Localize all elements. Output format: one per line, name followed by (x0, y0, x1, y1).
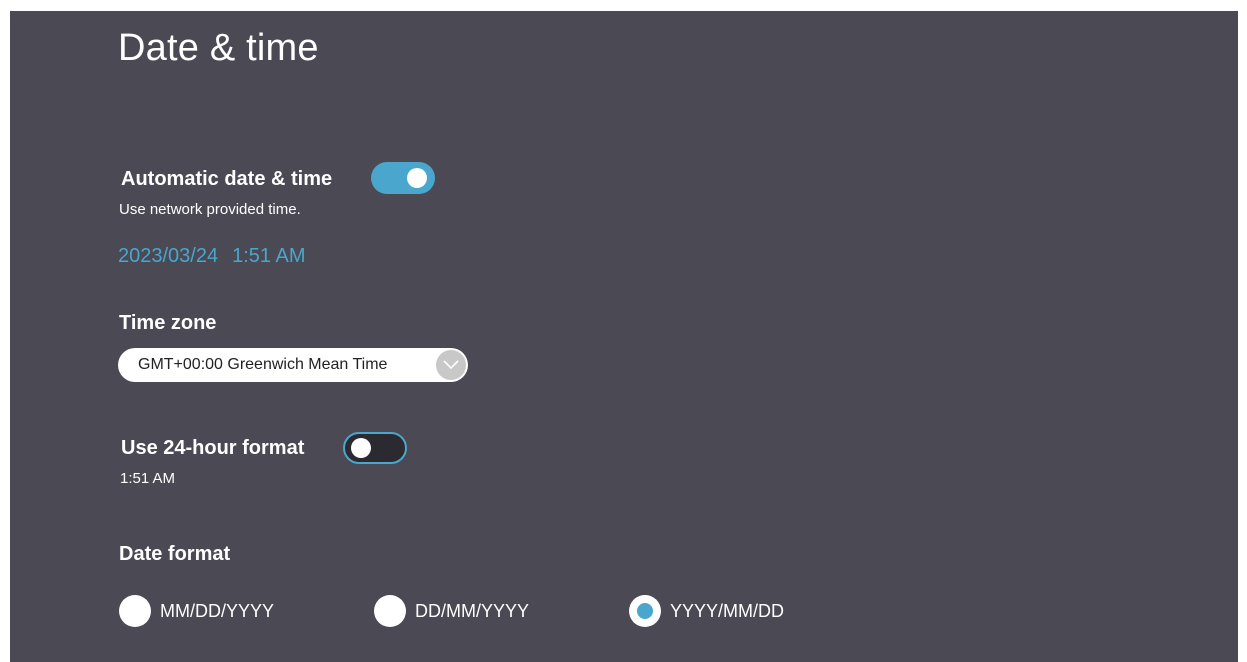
radio-button[interactable] (374, 595, 406, 627)
time-zone-value: GMT+00:00 Greenwich Mean Time (138, 356, 388, 373)
page-title: Date & time (118, 27, 319, 69)
toggle-knob (407, 168, 427, 188)
radio-selected-dot (637, 603, 653, 619)
current-date: 2023/03/24 (118, 245, 219, 267)
toggle-knob (351, 438, 371, 458)
date-format-label: Date format (119, 543, 231, 565)
time-zone-dropdown[interactable]: GMT+00:00 Greenwich Mean Time (118, 348, 468, 382)
automatic-datetime-description: Use network provided time. (119, 201, 301, 218)
radio-label: DD/MM/YYYY (415, 601, 530, 621)
chevron-down-icon[interactable] (436, 350, 466, 380)
current-datetime: 2023/03/24 1:51 AM (118, 245, 306, 268)
time-zone-label: Time zone (119, 312, 217, 334)
use-24-hour-format-label: Use 24-hour format (121, 437, 305, 459)
date-time-settings-screen: Date & time Automatic date & time Use ne… (10, 11, 1238, 662)
current-time: 1:51 AM (232, 245, 306, 267)
automatic-datetime-toggle[interactable] (371, 162, 435, 194)
radio-label: YYYY/MM/DD (670, 601, 785, 621)
radio-button-selected[interactable] (629, 595, 661, 627)
use-24-hour-format-toggle[interactable] (343, 432, 407, 464)
automatic-datetime-label: Automatic date & time (121, 168, 333, 190)
hour-format-preview: 1:51 AM (120, 470, 176, 487)
radio-button[interactable] (119, 595, 151, 627)
radio-label: MM/DD/YYYY (160, 601, 275, 621)
